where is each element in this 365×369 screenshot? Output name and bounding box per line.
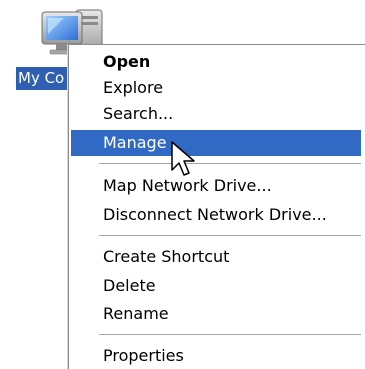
menu-item-disconnect-network-drive[interactable]: Disconnect Network Drive... xyxy=(71,202,361,228)
menu-item-manage[interactable]: Manage xyxy=(71,130,361,156)
menu-separator xyxy=(99,235,361,236)
menu-item-explore[interactable]: Explore xyxy=(71,75,361,101)
menu-item-search[interactable]: Search... xyxy=(71,101,361,127)
context-menu: Open Explore Search... Manage Map Networ… xyxy=(68,44,365,369)
menu-item-properties[interactable]: Properties xyxy=(71,343,361,369)
menu-item-rename[interactable]: Rename xyxy=(71,301,361,327)
menu-separator xyxy=(99,163,361,164)
menu-item-map-network-drive[interactable]: Map Network Drive... xyxy=(71,173,361,199)
menu-item-delete[interactable]: Delete xyxy=(71,273,361,299)
menu-item-create-shortcut[interactable]: Create Shortcut xyxy=(71,244,361,270)
menu-separator xyxy=(99,334,361,335)
menu-item-open[interactable]: Open xyxy=(71,49,361,75)
arrow-pointer-icon xyxy=(171,141,195,176)
